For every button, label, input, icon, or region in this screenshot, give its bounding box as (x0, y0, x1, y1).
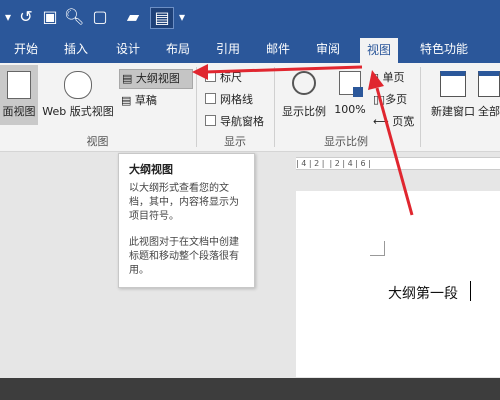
arrow-to-outline-head (192, 64, 208, 80)
arrow-to-outline-line (204, 65, 363, 74)
arrow-to-view-tab-head (368, 70, 384, 90)
arrow-to-view-tab-line (375, 87, 414, 216)
annotation-arrows (192, 64, 414, 216)
